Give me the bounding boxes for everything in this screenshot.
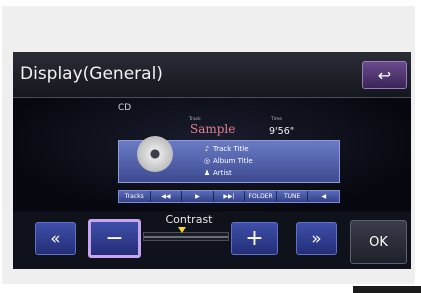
contrast-decrease-button[interactable]: − [88, 219, 141, 258]
display-preview: CD Track Time ♪ Track Title ◎ Album Title … [13, 98, 411, 211]
tune-button: TUNE [277, 191, 309, 202]
artist-icon: ♟ [203, 169, 211, 177]
contrast-slider[interactable] [143, 227, 229, 241]
seek-forward-icon: ▶▶| [214, 191, 246, 202]
double-chevron-left-icon: « [50, 228, 61, 249]
artist-line: ♟ Artist [203, 169, 232, 177]
plus-icon: + [245, 226, 264, 251]
screen-bezel: Display(General) ↩ CD Track Time ♪ Track … [2, 6, 415, 284]
minus-icon: − [105, 226, 124, 251]
track-title-line: ♪ Track Title [203, 145, 249, 153]
ok-button[interactable]: OK [350, 220, 407, 264]
contrast-increase-button[interactable]: + [231, 222, 278, 255]
contrast-label: Contrast [165, 213, 213, 226]
seek-back-icon: ◀◀ [151, 191, 183, 202]
song-name: Sample [190, 122, 236, 136]
folder-button: FOLDER [245, 191, 277, 202]
album-title-text: Album Title [213, 157, 253, 165]
double-chevron-right-icon: » [311, 228, 322, 249]
contrast-controls: « − Contrast + » OK [13, 212, 411, 269]
tracks-button: Tracks [119, 191, 151, 202]
album-title-line: ◎ Album Title [203, 157, 253, 165]
elapsed-time: 9'56" [269, 126, 295, 137]
time-caption: Time [271, 117, 283, 122]
play-icon: ▶ [182, 191, 214, 202]
previous-setting-button[interactable]: « [35, 222, 76, 255]
ok-label: OK [369, 234, 388, 250]
slider-marker-icon [178, 227, 186, 237]
page-title: Display(General) [20, 64, 163, 84]
cd-disc-icon [137, 136, 173, 172]
header-bar: Display(General) ↩ [13, 52, 411, 98]
slider-scale [144, 236, 228, 238]
music-note-icon: ♪ [204, 145, 210, 153]
artist-text: Artist [213, 169, 232, 177]
back-button[interactable]: ↩ [362, 61, 407, 89]
figure-id-tag [353, 286, 421, 293]
display-screen: Display(General) ↩ CD Track Time ♪ Track … [13, 52, 411, 269]
volume-icon: ◀ [321, 193, 327, 200]
disc-icon: ◎ [203, 157, 211, 165]
source-label: CD [118, 103, 132, 113]
back-arrow-icon: ↩ [377, 65, 392, 85]
next-setting-button[interactable]: » [296, 222, 337, 255]
playback-control-bar: Tracks ◀◀ ▶ ▶▶| FOLDER TUNE ◀ [118, 190, 340, 203]
track-title-text: Track Title [213, 145, 249, 153]
